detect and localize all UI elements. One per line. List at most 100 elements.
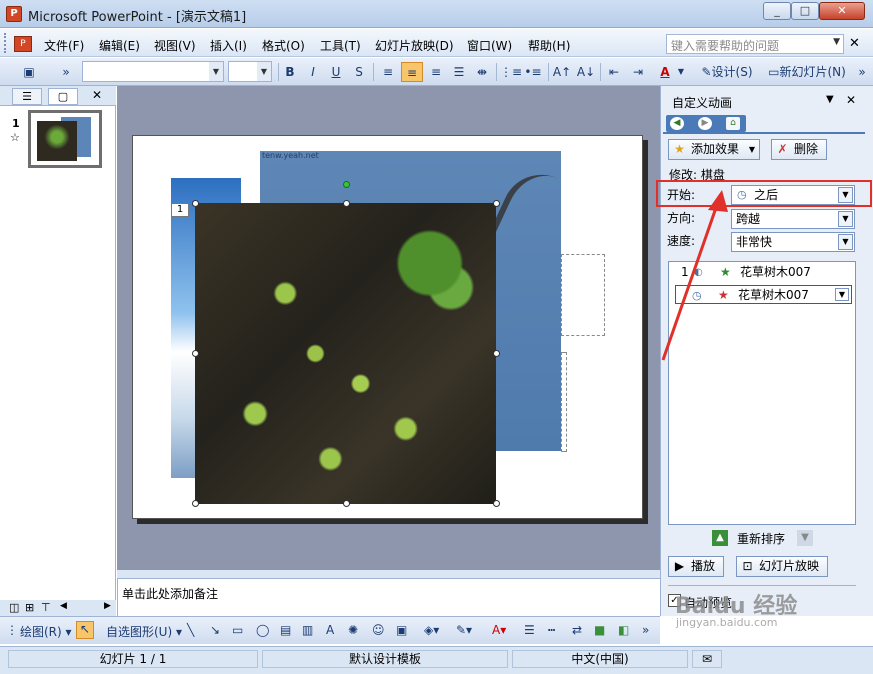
save-icon[interactable]: ▣ (20, 62, 38, 82)
rectangle-icon[interactable]: ▭ (232, 623, 243, 637)
justify-icon[interactable]: ☰ (449, 62, 469, 82)
resize-handle[interactable] (192, 350, 199, 357)
resize-handle[interactable] (192, 200, 199, 207)
draw-menu-button[interactable]: 绘图(R) ▾ (20, 623, 72, 640)
menu-format[interactable]: 格式(O) (262, 37, 305, 54)
increase-indent-icon[interactable]: ⇥ (628, 62, 648, 82)
forward-icon[interactable]: ▶ (698, 117, 712, 130)
vertical-textbox-icon[interactable]: ▥ (302, 623, 313, 637)
resize-handle[interactable] (493, 200, 500, 207)
toolbar-options-icon[interactable]: » (60, 62, 72, 82)
slideshow-view-icon[interactable]: ⊤ (41, 601, 51, 614)
font-size-combo[interactable]: ▼ (228, 61, 272, 82)
design-button[interactable]: ✎设计(S) (696, 62, 758, 82)
add-effect-button[interactable]: ★ 添加效果 ▼ (668, 139, 760, 160)
menu-view[interactable]: 视图(V) (154, 37, 196, 54)
menu-slideshow[interactable]: 幻灯片放映(D) (375, 37, 454, 54)
bold-button[interactable]: B (282, 62, 298, 82)
leaf-picture-selected[interactable] (195, 203, 496, 504)
diagram-icon[interactable]: ✺ (348, 623, 358, 637)
wordart-icon[interactable]: A (326, 623, 334, 637)
line-style-icon[interactable]: ☰ (524, 623, 535, 637)
fill-color-icon[interactable]: ◈▾ (424, 623, 439, 637)
menu-edit[interactable]: 编辑(E) (99, 37, 140, 54)
chevron-down-icon[interactable]: ▼ (838, 211, 853, 227)
scroll-left-icon[interactable]: ◀ (60, 601, 67, 611)
select-arrow-icon[interactable]: ↖ (76, 621, 94, 639)
underline-button[interactable]: U (328, 62, 344, 82)
chevron-down-icon[interactable]: ▼ (833, 37, 840, 47)
chevron-down-icon[interactable]: ▼ (209, 62, 223, 81)
remove-button[interactable]: ✗ 删除 (771, 139, 827, 160)
toolbar-options-icon[interactable]: » (642, 623, 649, 637)
decrease-font-icon[interactable]: A↓ (576, 62, 596, 82)
powerpoint-app-icon[interactable]: P (6, 6, 22, 22)
distribute-icon[interactable]: ⇼ (472, 62, 492, 82)
back-icon[interactable]: ◀ (670, 117, 684, 130)
menu-file[interactable]: 文件(F) (44, 37, 84, 54)
3d-style-icon[interactable]: ◧ (618, 623, 629, 637)
autoshapes-button[interactable]: 自选图形(U) ▾ (106, 623, 182, 640)
help-search-input[interactable]: 键入需要帮助的问题 ▼ (666, 34, 844, 54)
shadow-button[interactable]: S (351, 62, 367, 82)
chevron-down-icon[interactable]: ▼ (676, 62, 686, 82)
toolbar-options-icon[interactable]: » (856, 62, 868, 82)
resize-handle[interactable] (493, 500, 500, 507)
resize-handle[interactable] (192, 500, 199, 507)
resize-handle[interactable] (343, 200, 350, 207)
chevron-down-icon[interactable]: ▼ (826, 94, 834, 105)
notes-pane[interactable]: 单击此处添加备注 (117, 578, 660, 616)
menu-grip[interactable] (4, 33, 8, 53)
scroll-right-icon[interactable]: ▶ (104, 601, 111, 611)
font-color-button[interactable]: A (656, 62, 674, 82)
italic-button[interactable]: I (305, 62, 321, 82)
horizontal-scrollbar[interactable] (117, 570, 660, 578)
dash-style-icon[interactable]: ┅ (548, 623, 555, 637)
shadow-style-icon[interactable]: ■ (594, 623, 605, 637)
close-icon[interactable]: ✕ (846, 93, 856, 107)
picture-icon[interactable]: ▣ (396, 623, 407, 637)
close-pane-button[interactable]: ✕ (92, 88, 102, 102)
font-color-icon[interactable]: A▾ (492, 623, 506, 637)
line-icon[interactable]: ╲ (187, 623, 194, 637)
decrease-indent-icon[interactable]: ⇤ (604, 62, 624, 82)
close-window-button[interactable]: ✕ (819, 2, 865, 20)
direction-select[interactable]: 跨越 ▼ (731, 209, 855, 229)
resize-handle[interactable] (343, 500, 350, 507)
textbox-icon[interactable]: ▤ (280, 623, 291, 637)
close-document-button[interactable]: ✕ (849, 36, 860, 51)
status-template[interactable]: 默认设计模板 (262, 650, 508, 668)
clipart-icon[interactable]: ☺ (372, 623, 385, 637)
font-name-combo[interactable]: ▼ (82, 61, 224, 82)
speed-select[interactable]: 非常快 ▼ (731, 232, 855, 252)
line-color-icon[interactable]: ✎▾ (456, 623, 472, 637)
menu-help[interactable]: 帮助(H) (528, 37, 570, 54)
move-down-icon[interactable]: ▼ (797, 530, 813, 546)
slideshow-button[interactable]: ⊡ 幻灯片放映 (736, 556, 828, 577)
increase-font-icon[interactable]: A↑ (552, 62, 572, 82)
move-up-icon[interactable]: ▲ (712, 530, 728, 546)
chevron-down-icon[interactable]: ▼ (257, 62, 271, 81)
slide-thumbnail[interactable] (28, 110, 102, 168)
chevron-down-icon[interactable]: ▼ (835, 288, 849, 301)
text-placeholder[interactable] (561, 352, 567, 452)
align-center-icon[interactable]: ≡ (401, 62, 423, 82)
slides-tab[interactable]: ▢ (48, 88, 78, 105)
toolbar-grip[interactable]: ⋮ (6, 623, 18, 637)
resize-handle[interactable] (493, 350, 500, 357)
play-button[interactable]: ▶ 播放 (668, 556, 724, 577)
spell-check-icon[interactable]: ✉ (692, 650, 722, 668)
arrow-icon[interactable]: ↘ (210, 623, 220, 637)
slide-sorter-icon[interactable]: ⊞ (25, 601, 34, 614)
align-right-icon[interactable]: ≡ (426, 62, 446, 82)
normal-view-icon[interactable]: ◫ (9, 601, 19, 614)
chevron-down-icon[interactable]: ▼ (838, 234, 853, 250)
new-slide-button[interactable]: ▭新幻灯片(N) (762, 62, 852, 82)
menu-insert[interactable]: 插入(I) (210, 37, 247, 54)
animation-order-tag[interactable]: 1 (171, 203, 189, 217)
text-placeholder[interactable] (561, 254, 605, 336)
align-left-icon[interactable]: ≡ (378, 62, 398, 82)
arrow-style-icon[interactable]: ⇄ (572, 623, 582, 637)
minimize-button[interactable]: _ (763, 2, 791, 20)
menu-tools[interactable]: 工具(T) (320, 37, 361, 54)
